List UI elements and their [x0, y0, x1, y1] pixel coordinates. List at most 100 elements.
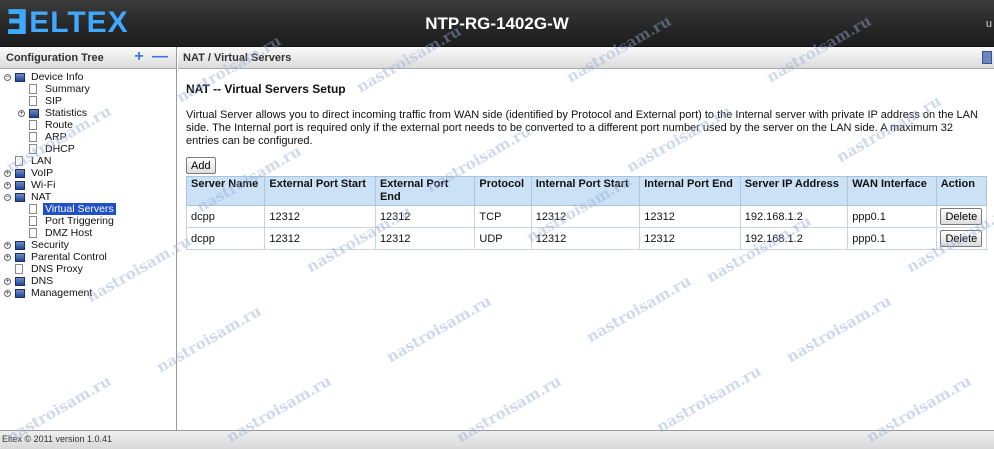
top-header: Ǝ ELTEX NTP-RG-1402G-W u: [0, 0, 994, 47]
page-icon: [29, 120, 37, 130]
tree-item-summary[interactable]: Summary: [0, 83, 176, 95]
tree-item-label: Route: [45, 119, 74, 131]
tree-item-management[interactable]: + Management: [0, 287, 176, 299]
tree-item-label: Summary: [45, 83, 90, 95]
breadcrumb: NAT / Virtual Servers: [178, 47, 994, 69]
column-header: Protocol: [474, 176, 532, 206]
tree-item-voip[interactable]: + VoIP: [0, 167, 176, 179]
add-button[interactable]: Add: [186, 157, 216, 174]
table-cell: 192.168.1.2: [739, 227, 849, 250]
tree-item-label: DMZ Host: [45, 227, 93, 239]
expand-icon[interactable]: +: [4, 278, 11, 285]
folder-icon: [15, 241, 25, 250]
delete-button[interactable]: Delete: [940, 230, 983, 247]
folder-icon: [15, 169, 25, 178]
tree-item-dhcp[interactable]: DHCP: [0, 143, 176, 155]
page-icon: [29, 204, 37, 214]
folder-icon: [15, 277, 25, 286]
expand-icon[interactable]: +: [4, 242, 11, 249]
tree-item-nat[interactable]: − NAT: [0, 191, 176, 203]
tree-item-label: SIP: [45, 95, 62, 107]
config-tree-header: Configuration Tree + —: [0, 47, 176, 69]
collapse-icon[interactable]: −: [4, 194, 11, 201]
tree-item-device-info[interactable]: − Device Info: [0, 71, 176, 83]
page-icon: [29, 132, 37, 142]
page-icon: [15, 156, 23, 166]
table-row: dcpp 12312 12312 TCP 12312 12312 192.168.1.2 pp…: [185, 205, 988, 228]
expand-icon[interactable]: +: [18, 110, 25, 117]
tree-item-parental-control[interactable]: + Parental Control: [0, 251, 176, 263]
expand-icon[interactable]: +: [4, 254, 11, 261]
expand-icon[interactable]: +: [4, 290, 11, 297]
tree-item-lan[interactable]: LAN: [0, 155, 176, 167]
expand-icon[interactable]: +: [4, 170, 11, 177]
column-header: Server Name: [185, 176, 266, 206]
page-icon: [29, 96, 37, 106]
tree-item-dns[interactable]: + DNS: [0, 275, 176, 287]
folder-icon: [29, 109, 39, 118]
tree-item-route[interactable]: Route: [0, 119, 176, 131]
column-header: Server IP Address: [739, 176, 849, 206]
column-header: WAN Interface: [847, 176, 937, 206]
user-label: u: [985, 18, 992, 30]
tree-item-label: VoIP: [31, 167, 54, 179]
config-tree: − Device Info Summary SIP + Statistics Route AR…: [0, 69, 176, 299]
folder-icon: [15, 73, 25, 82]
device-model-title: NTP-RG-1402G-W: [425, 14, 569, 33]
virtual-servers-table: Server Name External Port Start External P…: [185, 176, 988, 250]
table-row: dcpp 12312 12312 UDP 12312 12312 192.168.1.2 pp…: [185, 227, 988, 250]
footer: Eltex © 2011 version 1.0.41: [0, 430, 994, 449]
tree-item-virtual-servers[interactable]: Virtual Servers: [0, 203, 176, 215]
collapse-icon[interactable]: −: [4, 74, 11, 81]
tree-item-port-triggering[interactable]: Port Triggering: [0, 215, 176, 227]
tree-item-label: Port Triggering: [45, 215, 114, 227]
tree-item-sip[interactable]: SIP: [0, 95, 176, 107]
tree-item-dns-proxy[interactable]: DNS Proxy: [0, 263, 176, 275]
table-body: dcpp 12312 12312 TCP 12312 12312 192.168.1.2 pp…: [185, 205, 988, 250]
config-tree-panel: Configuration Tree + — − Device Info Summa…: [0, 47, 177, 430]
tree-item-label: DNS: [31, 275, 54, 287]
column-header: Action: [935, 176, 988, 206]
help-icon[interactable]: [982, 51, 992, 64]
table-cell: 192.168.1.2: [739, 205, 849, 228]
tree-item-label: Statistics: [45, 107, 88, 119]
table-cell: UDP: [474, 227, 532, 250]
tree-item-label: LAN: [31, 155, 52, 167]
table-cell: ppp0.1: [847, 205, 937, 228]
table-cell: TCP: [474, 205, 532, 228]
tree-item-label: DHCP: [45, 143, 75, 155]
page-icon: [15, 264, 23, 274]
page-content: NAT -- Virtual Servers Setup Virtual Ser…: [178, 69, 994, 250]
page-description: Virtual Server allows you to direct inco…: [186, 109, 978, 147]
action-cell: Delete: [935, 227, 988, 250]
table-cell: dcpp: [185, 227, 266, 250]
tree-item-label: ARP: [45, 131, 67, 143]
tree-item-label: DNS Proxy: [31, 263, 83, 275]
table-cell: dcpp: [185, 205, 266, 228]
tree-item-arp[interactable]: ARP: [0, 131, 176, 143]
table-cell: 12312: [530, 227, 641, 250]
table-cell: 12312: [264, 227, 376, 250]
tree-item-label: Parental Control: [31, 251, 107, 263]
table-cell: 12312: [639, 205, 741, 228]
table-cell: ppp0.1: [847, 227, 937, 250]
collapse-all-icon[interactable]: —: [152, 49, 168, 65]
tree-item-security[interactable]: + Security: [0, 239, 176, 251]
tree-item-dmz-host[interactable]: DMZ Host: [0, 227, 176, 239]
tree-item-wi-fi[interactable]: + Wi-Fi: [0, 179, 176, 191]
page-icon: [29, 228, 37, 238]
expand-all-icon[interactable]: +: [132, 49, 146, 65]
main-panel: NAT / Virtual Servers NAT -- Virtual Ser…: [178, 47, 994, 430]
expand-icon[interactable]: +: [4, 182, 11, 189]
tree-item-statistics[interactable]: + Statistics: [0, 107, 176, 119]
table-cell: 12312: [639, 227, 741, 250]
folder-icon: [15, 289, 25, 298]
router-web-ui: Ǝ ELTEX NTP-RG-1402G-W u Configuration T…: [0, 0, 994, 449]
delete-button[interactable]: Delete: [940, 208, 983, 225]
page-icon: [29, 216, 37, 226]
page-icon: [29, 84, 37, 94]
table-cell: 12312: [530, 205, 641, 228]
breadcrumb-text: NAT / Virtual Servers: [183, 52, 292, 64]
column-header: Internal Port Start: [530, 176, 641, 206]
tree-item-label: Device Info: [31, 71, 84, 83]
